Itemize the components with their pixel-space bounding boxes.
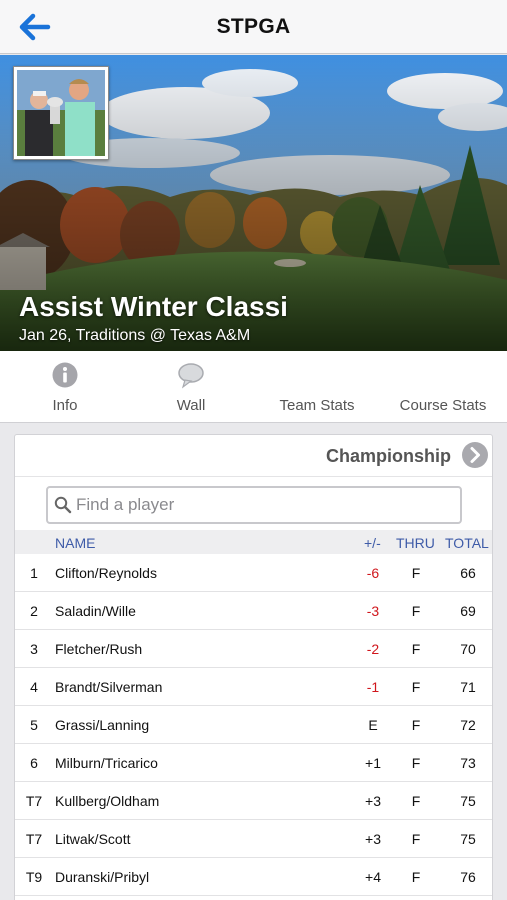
row-team-name: Milburn/Tricarico (55, 755, 158, 771)
table-row[interactable]: 1 Clifton/Reynolds -6 F 66 (15, 554, 492, 592)
search-input[interactable] (76, 492, 456, 518)
table-row[interactable]: T7 Litwak/Scott +3 F 75 (15, 820, 492, 858)
row-team-name: Litwak/Scott (55, 831, 131, 847)
row-thru: F (411, 831, 421, 847)
row-position: 4 (30, 679, 38, 695)
tab-course-stats[interactable]: Course Stats (380, 351, 506, 423)
tab-course-stats-label: Course Stats (399, 397, 487, 414)
row-total: 75 (460, 831, 476, 847)
row-thru: F (411, 603, 421, 619)
event-title: Assist Winter Classi (19, 291, 288, 322)
tab-team-stats[interactable]: Team Stats (254, 351, 380, 423)
table-row[interactable]: T7 Kullberg/Oldham +3 F 75 (15, 782, 492, 820)
table-row[interactable]: 5 Grassi/Lanning E F 72 (15, 706, 492, 744)
row-plus-minus: -1 (366, 679, 380, 695)
row-team-name: Saladin/Wille (55, 603, 136, 619)
row-plus-minus: +3 (365, 793, 381, 809)
speech-bubble-icon (177, 361, 205, 389)
row-plus-minus: +4 (365, 869, 381, 885)
table-row[interactable]: 3 Fletcher/Rush -2 F 70 (15, 630, 492, 668)
row-thru: F (411, 793, 421, 809)
chevron-right-icon[interactable] (461, 441, 489, 469)
top-nav-bar: STPGA (0, 0, 507, 54)
row-position: 6 (30, 755, 38, 771)
round-label[interactable]: Championship (326, 446, 451, 467)
leaderboard-rows: 1 Clifton/Reynolds -6 F 66 2 Saladin/Wil… (15, 554, 492, 896)
row-position: 3 (30, 641, 38, 657)
tab-team-stats-label: Team Stats (279, 397, 355, 414)
search-icon (54, 496, 72, 514)
event-subtitle: Jan 26, Traditions @ Texas A&M (19, 327, 251, 344)
table-row[interactable]: T9 Duranski/Pribyl +4 F 76 (15, 858, 492, 896)
tab-info-label: Info (52, 397, 78, 414)
info-icon (51, 361, 79, 389)
row-position: T7 (25, 793, 43, 809)
row-position: 1 (30, 565, 38, 581)
row-team-name: Clifton/Reynolds (55, 565, 157, 581)
row-plus-minus: -3 (366, 603, 380, 619)
row-position: 5 (30, 717, 38, 733)
row-team-name: Kullberg/Oldham (55, 793, 160, 809)
row-thru: F (411, 755, 421, 771)
tab-info[interactable]: Info (2, 351, 128, 423)
tab-wall-label: Wall (176, 397, 206, 414)
row-team-name: Duranski/Pribyl (55, 869, 150, 885)
row-thru: F (411, 641, 421, 657)
header-name: NAME (55, 535, 96, 551)
row-team-name: Grassi/Lanning (55, 717, 150, 733)
header-thru: THRU (396, 535, 435, 551)
tab-wall[interactable]: Wall (128, 351, 254, 423)
row-total: 75 (460, 793, 476, 809)
event-hero-banner: Assist Winter Classi Jan 26, Traditions … (0, 55, 507, 351)
player-search (46, 486, 462, 524)
row-team-name: Brandt/Silverman (55, 679, 163, 695)
row-total: 66 (460, 565, 476, 581)
row-plus-minus: +3 (365, 831, 381, 847)
row-total: 70 (460, 641, 476, 657)
row-total: 73 (460, 755, 476, 771)
row-total: 72 (460, 717, 476, 733)
event-tab-bar: Info Wall Team Stats Course Stats (0, 351, 507, 423)
row-position: 2 (30, 603, 38, 619)
app-title: STPGA (216, 15, 291, 38)
row-plus-minus: -6 (366, 565, 380, 581)
row-total: 69 (460, 603, 476, 619)
row-position: T9 (25, 869, 43, 885)
table-row[interactable]: 4 Brandt/Silverman -1 F 71 (15, 668, 492, 706)
round-selector[interactable]: Championship (15, 435, 492, 477)
row-thru: F (411, 717, 421, 733)
row-thru: F (411, 869, 421, 885)
leaderboard-card: Championship NAME +/- THRU TOTAL 1 Clift… (14, 434, 493, 900)
row-plus-minus: +1 (365, 755, 381, 771)
event-avatar (13, 66, 109, 160)
row-position: T7 (25, 831, 43, 847)
table-row[interactable]: 6 Milburn/Tricarico +1 F 73 (15, 744, 492, 782)
row-total: 71 (460, 679, 476, 695)
leaderboard-header: NAME +/- THRU TOTAL (15, 530, 492, 554)
row-plus-minus: E (368, 717, 378, 733)
row-thru: F (411, 679, 421, 695)
row-team-name: Fletcher/Rush (55, 641, 143, 657)
header-plus-minus: +/- (364, 535, 381, 551)
row-total: 76 (460, 869, 476, 885)
table-row[interactable]: 2 Saladin/Wille -3 F 69 (15, 592, 492, 630)
row-plus-minus: -2 (366, 641, 380, 657)
header-total: TOTAL (445, 535, 489, 551)
row-thru: F (411, 565, 421, 581)
